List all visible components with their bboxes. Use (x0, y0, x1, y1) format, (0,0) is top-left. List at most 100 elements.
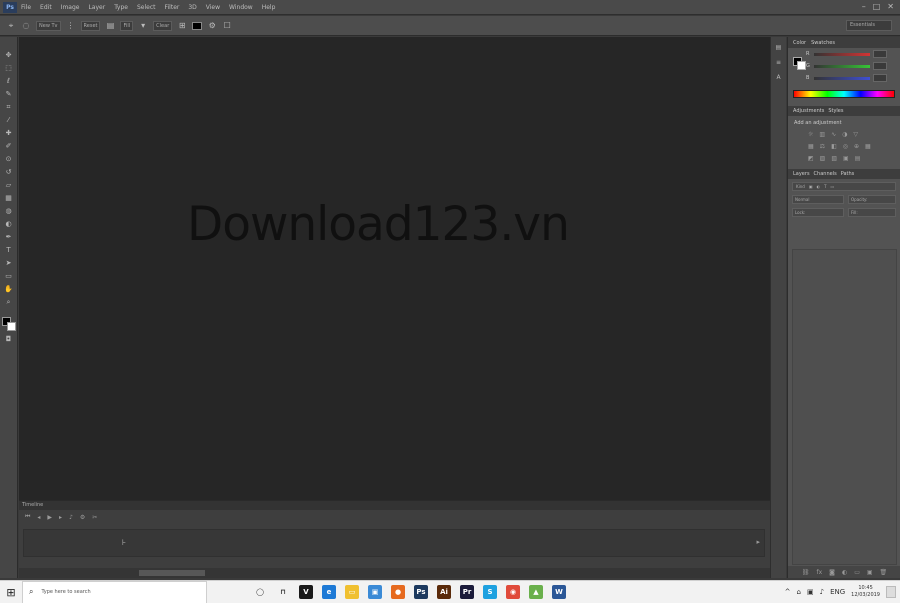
gradient-map-icon[interactable]: ▤ (855, 155, 861, 162)
black-white-icon[interactable]: ◧ (831, 143, 837, 150)
eraser-tool-icon[interactable]: ▱ (4, 181, 14, 190)
notification-icon[interactable] (886, 586, 896, 598)
new-adjustment-icon[interactable]: ◐ (842, 569, 847, 576)
menu-window[interactable]: Window (229, 4, 253, 11)
vibrance-icon[interactable]: ▽ (853, 131, 858, 138)
volume-icon[interactable]: ♪ (820, 588, 824, 596)
shape-mode-icon[interactable]: ◌ (21, 21, 31, 31)
play-icon[interactable]: ▶ (47, 514, 52, 521)
path-select-tool-icon[interactable]: ➤ (4, 259, 14, 268)
language-indicator[interactable]: ENG (830, 588, 845, 596)
playhead-icon[interactable]: ⊦ (122, 538, 126, 547)
red-value-field[interactable] (873, 50, 887, 58)
zoom-tool-icon[interactable]: ⌕ (4, 298, 14, 307)
brightness-icon[interactable]: ☼ (808, 131, 813, 138)
photoshop-icon[interactable]: Ps (414, 585, 428, 599)
filter-type-icon[interactable]: T (824, 184, 826, 189)
photo-filter-icon[interactable]: ◎ (843, 143, 848, 150)
maximize-button[interactable]: □ (873, 3, 881, 11)
timeline-track[interactable]: ⊦ ▸ (23, 529, 765, 557)
battery-icon[interactable]: ▣ (807, 588, 814, 596)
tab-swatches[interactable]: Swatches (811, 40, 835, 46)
document-canvas[interactable]: Download123.vn (19, 37, 770, 500)
option-field-3[interactable]: Fill (120, 20, 134, 31)
quick-select-tool-icon[interactable]: ✎ (4, 90, 14, 99)
option-field-4[interactable]: Clear (153, 20, 173, 31)
word-icon[interactable]: W (552, 585, 566, 599)
blend-mode-select[interactable]: Normal (792, 195, 844, 204)
hand-tool-icon[interactable]: ✋ (4, 285, 14, 294)
cortana-icon[interactable]: ⊓ (276, 585, 290, 599)
crop-tool-icon[interactable]: ⌗ (4, 103, 14, 112)
menu-image[interactable]: Image (61, 4, 80, 11)
menu-type[interactable]: Type (114, 4, 128, 11)
settings-icon[interactable]: ⚙ (80, 514, 85, 521)
option-color-swatch[interactable] (192, 21, 203, 30)
network-icon[interactable]: ⌂ (797, 588, 801, 596)
gradient-tool-icon[interactable]: ▦ (4, 194, 14, 203)
timeline-scrollbar[interactable] (19, 568, 770, 578)
filter-adjust-icon[interactable]: ◐ (817, 184, 821, 189)
split-icon[interactable]: ✂ (92, 514, 97, 521)
android-icon[interactable]: ▲ (529, 585, 543, 599)
opacity-field[interactable]: Opacity: (848, 195, 896, 204)
lasso-tool-icon[interactable]: ℓ (4, 77, 14, 86)
option-check-icon[interactable]: ☐ (222, 21, 232, 31)
curves-icon[interactable]: ∿ (831, 131, 836, 138)
file-explorer-icon[interactable]: ▭ (345, 585, 359, 599)
filter-shape-icon[interactable]: ▭ (831, 184, 835, 189)
history-panel-icon[interactable]: ▤ (774, 43, 784, 52)
character-panel-icon[interactable]: A (774, 73, 784, 82)
shape-tool-icon[interactable]: ▭ (4, 272, 14, 281)
firefox-icon[interactable]: ● (391, 585, 405, 599)
green-slider[interactable] (814, 64, 870, 68)
type-tool-icon[interactable]: T (4, 246, 14, 255)
menu-layer[interactable]: Layer (88, 4, 105, 11)
selective-color-icon[interactable]: ▣ (843, 155, 849, 162)
menu-filter[interactable]: Filter (165, 4, 180, 11)
prev-frame-icon[interactable]: ◂ (37, 514, 40, 521)
move-tool-icon[interactable]: ✥ (4, 51, 14, 60)
tab-styles[interactable]: Styles (828, 108, 843, 114)
taskbar-clock[interactable]: 10:45 12/03/2019 (851, 585, 880, 599)
healing-tool-icon[interactable]: ✚ (4, 129, 14, 138)
clone-tool-icon[interactable]: ⊙ (4, 155, 14, 164)
red-slider[interactable] (814, 52, 870, 56)
new-layer-icon[interactable]: ▣ (867, 569, 873, 576)
tab-layers[interactable]: Layers (793, 171, 810, 177)
tab-channels[interactable]: Channels (814, 171, 837, 177)
audio-icon[interactable]: ♪ (69, 514, 73, 521)
menu-edit[interactable]: Edit (40, 4, 52, 11)
color-lookup-icon[interactable]: ▦ (865, 143, 871, 150)
option-field-1[interactable]: New Tv (36, 20, 61, 31)
fill-field[interactable]: Fill: (848, 208, 896, 217)
invert-icon[interactable]: ◩ (808, 155, 814, 162)
add-mask-icon[interactable]: ◙ (829, 569, 835, 576)
option-toggle-icon[interactable]: ▤ (105, 21, 115, 31)
menu-file[interactable]: File (21, 4, 31, 11)
brush-tool-icon[interactable]: ✐ (4, 142, 14, 151)
quick-mask-icon[interactable]: ◘ (4, 335, 14, 344)
history-brush-tool-icon[interactable]: ↺ (4, 168, 14, 177)
option-settings-icon[interactable]: ⚙ (207, 21, 217, 31)
menu-view[interactable]: View (206, 4, 220, 11)
posterize-icon[interactable]: ▨ (820, 155, 826, 162)
layers-list[interactable] (792, 249, 897, 565)
premiere-icon[interactable]: Pr (460, 585, 474, 599)
blue-slider[interactable] (814, 76, 870, 80)
menu-select[interactable]: Select (137, 4, 156, 11)
color-balance-icon[interactable]: ⚖ (820, 143, 825, 150)
skype-icon[interactable]: S (483, 585, 497, 599)
next-frame-icon[interactable]: ▸ (59, 514, 62, 521)
store-icon[interactable]: ▣ (368, 585, 382, 599)
color-swatches[interactable] (1, 317, 16, 331)
task-view-icon[interactable]: ◯ (253, 585, 267, 599)
hue-saturation-icon[interactable]: ▦ (808, 143, 814, 150)
dodge-tool-icon[interactable]: ◐ (4, 220, 14, 229)
illustrator-icon[interactable]: Ai (437, 585, 451, 599)
option-arrow-icon[interactable]: ▾ (138, 21, 148, 31)
taskbar-search[interactable]: ⌕ Type here to search (22, 580, 207, 603)
tab-paths[interactable]: Paths (841, 171, 855, 177)
properties-panel-icon[interactable]: ≡ (774, 58, 784, 67)
timeline-tab[interactable]: Timeline (19, 501, 770, 510)
